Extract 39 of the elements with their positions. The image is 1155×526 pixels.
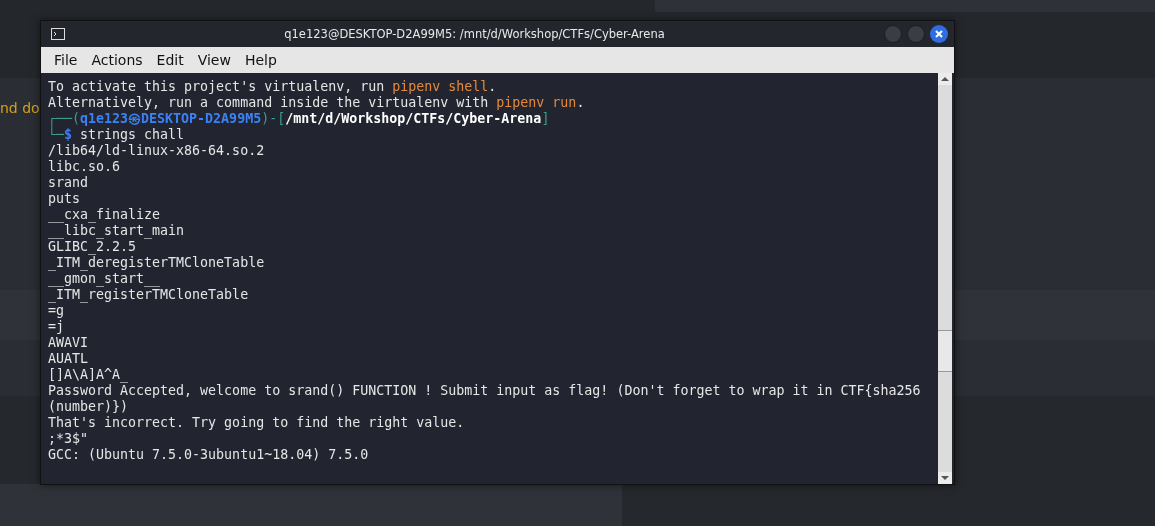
terminal-line: /lib64/ld-linux-x86-64.so.2 xyxy=(48,143,266,159)
terminal-line: _ITM_registerTMCloneTable xyxy=(48,287,250,303)
terminal-line: []A\A]A^A_ xyxy=(48,367,130,383)
scrollbar[interactable] xyxy=(938,73,952,484)
terminal-line: ;*3$" xyxy=(48,431,90,447)
terminal-line: _ITM_deregisterTMCloneTable xyxy=(48,255,266,271)
terminal-line: Alternatively, run a command inside the virtualenv with pipenv run. xyxy=(48,95,586,111)
terminal-line: __libc_start_main xyxy=(48,223,186,239)
terminal-line: That's incorrect. Try going to find the right value. xyxy=(48,415,466,431)
terminal-line: └─$ strings chall xyxy=(48,127,186,143)
terminal-line: =g xyxy=(48,303,65,319)
scroll-up-icon[interactable] xyxy=(938,73,952,85)
terminal-line: Password Accepted, welcome to srand() FUNCTION ! Submit input as flag! (Don't forget to wrap it in CTF{sha256(number)}) xyxy=(48,383,922,415)
window-title: q1e123@DESKTOP-D2A99M5: /mnt/d/Workshop/CTFs/Cyber-Arena xyxy=(283,27,666,41)
scroll-thumb[interactable] xyxy=(938,330,952,372)
terminal-icon xyxy=(51,28,65,40)
terminal-line: AWAVI xyxy=(48,335,90,351)
terminal-line: srand xyxy=(48,175,90,191)
close-button[interactable] xyxy=(930,25,948,43)
scroll-down-icon[interactable] xyxy=(938,472,952,484)
close-icon xyxy=(934,29,944,39)
menu-item[interactable]: Actions xyxy=(84,52,150,68)
terminal-line: __gmon_start__ xyxy=(48,271,162,287)
menu-item[interactable]: File xyxy=(47,52,85,68)
terminal-line: GLIBC_2.2.5 xyxy=(48,239,138,255)
terminal-line: AUATL xyxy=(48,351,90,367)
terminal-line: =j xyxy=(48,319,65,335)
page-text: nd do xyxy=(0,100,40,116)
terminal-line: puts xyxy=(48,191,82,207)
menu-item[interactable]: Help xyxy=(237,52,284,68)
minimize-button[interactable] xyxy=(884,25,902,43)
terminal-line: __cxa_finalize xyxy=(48,207,162,223)
terminal-line: ┌──(q1e123㉿DESKTOP-D2A99M5)-[/mnt/d/Workshop/CTFs/Cyber-Arena] xyxy=(48,111,551,127)
terminal-line: GCC: (Ubuntu 7.5.0-3ubuntu1~18.04) 7.5.0 xyxy=(48,447,370,463)
terminal-line: To activate this project's virtualenv, run pipenv shell. xyxy=(48,79,498,95)
terminal-line: libc.so.6 xyxy=(48,159,122,175)
maximize-button[interactable] xyxy=(907,25,925,43)
menu-item[interactable]: View xyxy=(190,52,238,68)
menu-item[interactable]: Edit xyxy=(149,52,191,68)
